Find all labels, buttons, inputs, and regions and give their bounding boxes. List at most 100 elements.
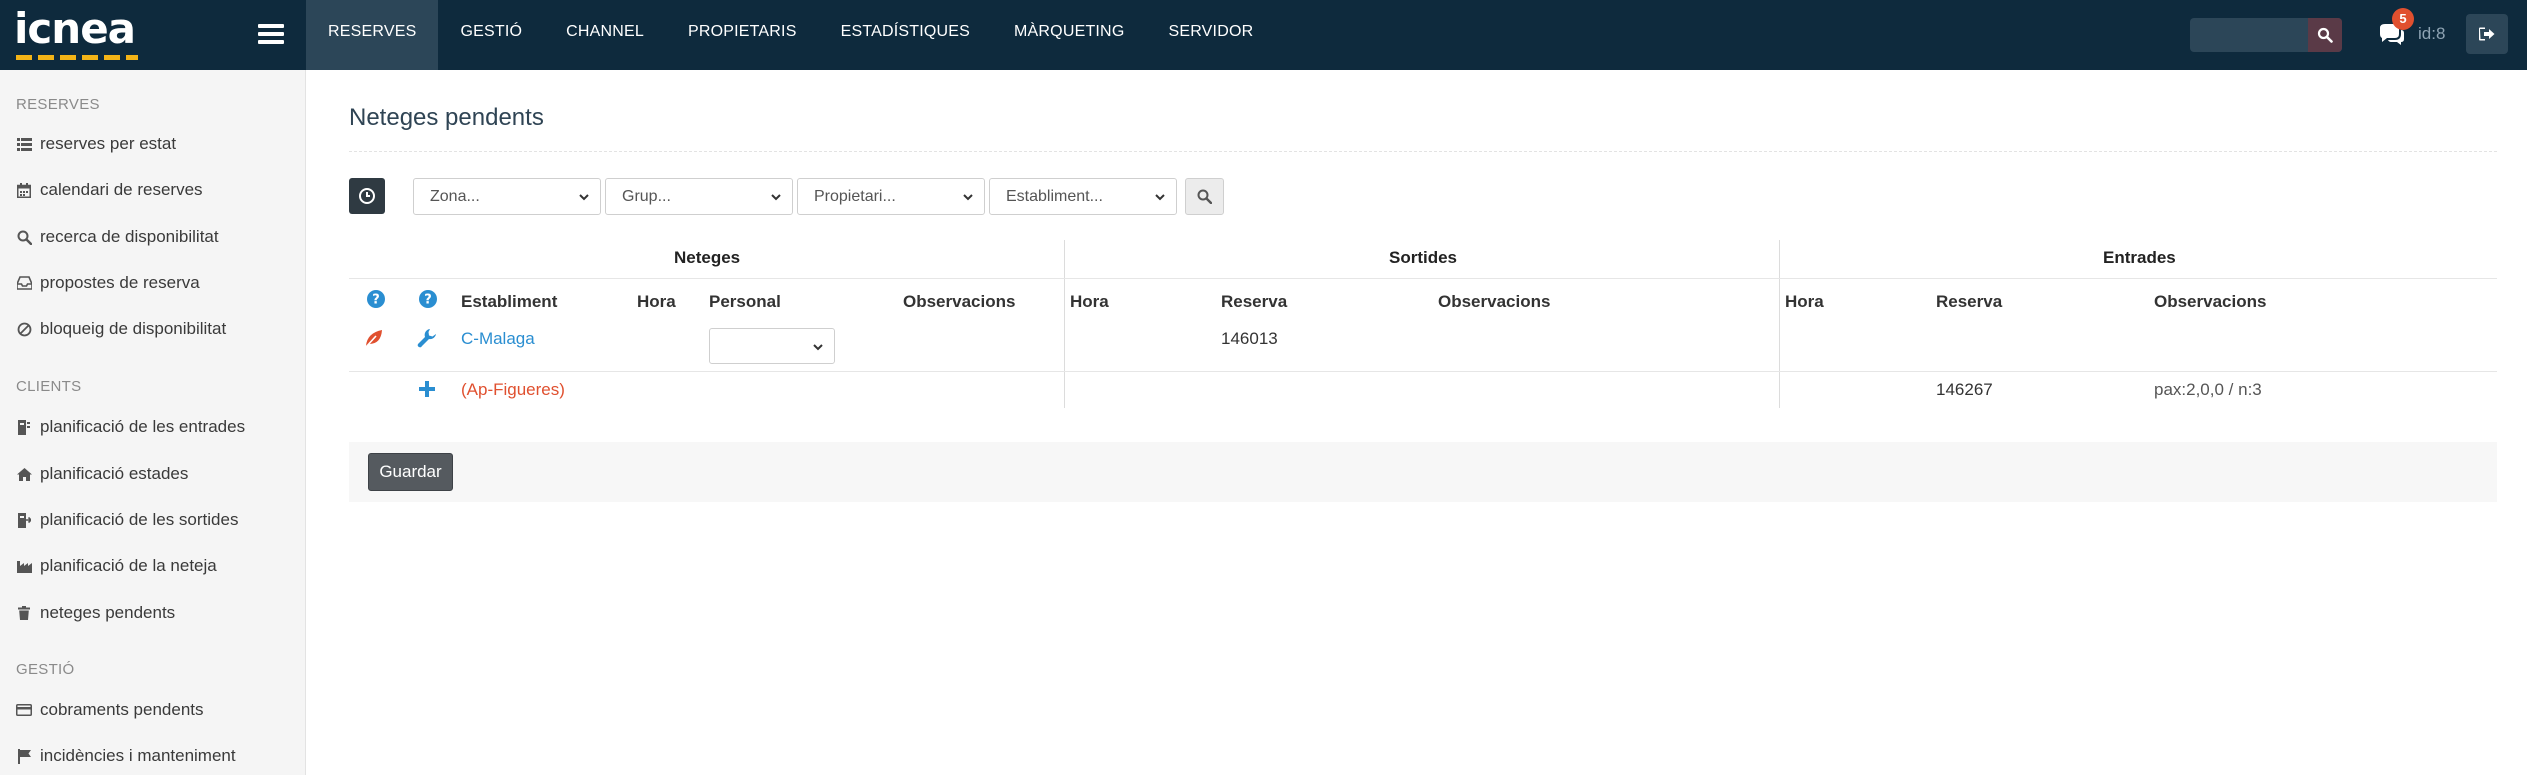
- nav-item-marqueting[interactable]: MÀRQUETING: [992, 0, 1146, 70]
- door-in-icon: [16, 419, 32, 435]
- nav-item-propietaris[interactable]: PROPIETARIS: [666, 0, 819, 70]
- sidebar-item-label: planificació de les entrades: [40, 417, 246, 436]
- sidebar-item-cobraments-pendents[interactable]: cobraments pendents: [16, 697, 204, 723]
- sidebar-item-planificacio-neteja[interactable]: planificació de la neteja: [16, 553, 217, 579]
- sidebar: RESERVES reserves per estat calendari de…: [0, 70, 306, 775]
- sidebar-item-propostes-de-reserva[interactable]: propostes de reserva: [16, 270, 200, 296]
- nav-item-channel[interactable]: CHANNEL: [544, 0, 666, 70]
- trash-icon: [16, 605, 32, 621]
- form-actions-bar: [349, 442, 2497, 502]
- sidebar-item-label: bloqueig de disponibilitat: [40, 319, 227, 338]
- establiment-select-value: Establiment...: [1006, 188, 1103, 205]
- header-search-button[interactable]: [2308, 18, 2342, 52]
- personal-select[interactable]: [709, 328, 835, 364]
- inbox-icon: [16, 275, 32, 291]
- door-out-icon: [16, 512, 32, 528]
- sortida-reserva-value: 146013: [1221, 329, 1278, 348]
- chevron-down-icon: [1155, 194, 1165, 201]
- col-sortides-observacions: Observacions: [1438, 292, 1551, 311]
- logo-underline: [16, 55, 138, 60]
- sidebar-item-recerca-de-disponibilitat[interactable]: recerca de disponibilitat: [16, 224, 219, 250]
- sidebar-item-neteges-pendents[interactable]: neteges pendents: [16, 600, 175, 626]
- calendar-icon: [16, 182, 32, 198]
- nav-item-gestio[interactable]: GESTIÓ: [438, 0, 544, 70]
- sidebar-item-calendari-de-reserves[interactable]: calendari de reserves: [16, 177, 203, 203]
- row-divider: [349, 371, 2497, 372]
- wrench-icon[interactable]: [416, 327, 438, 349]
- establiment-select[interactable]: Establiment...: [989, 178, 1177, 215]
- sidebar-item-planificacio-entrades[interactable]: planificació de les entrades: [16, 414, 245, 440]
- sidebar-item-label: incidències i manteniment: [40, 746, 236, 765]
- sidebar-item-incidencies-manteniment[interactable]: incidències i manteniment: [16, 743, 236, 769]
- sidebar-item-reserves-per-estat[interactable]: reserves per estat: [16, 131, 176, 157]
- svg-text:?: ?: [424, 293, 432, 308]
- flag-icon: [16, 748, 32, 764]
- entrada-reserva-value: 146267: [1936, 380, 1993, 399]
- sidebar-item-label: cobraments pendents: [40, 700, 204, 719]
- col-establiment: Establiment: [461, 292, 558, 311]
- zona-select[interactable]: Zona...: [413, 178, 601, 215]
- nav-item-estadistiques[interactable]: ESTADÍSTIQUES: [819, 0, 992, 70]
- title-divider: [349, 151, 2497, 152]
- ban-icon: [16, 321, 32, 337]
- grup-select[interactable]: Grup...: [605, 178, 793, 215]
- notifications-badge: 5: [2392, 8, 2414, 30]
- chevron-down-icon: [963, 194, 973, 201]
- group-sortides: Sortides: [1389, 248, 1458, 267]
- column-group-divider: [1064, 240, 1065, 408]
- column-group-divider: [1779, 240, 1780, 408]
- chevron-down-icon: [579, 194, 589, 201]
- sidebar-item-label: planificació de les sortides: [40, 510, 239, 529]
- search-icon: [16, 229, 32, 245]
- zona-select-value: Zona...: [430, 188, 480, 205]
- col-sortides-hora: Hora: [1070, 292, 1109, 311]
- sidebar-item-label: propostes de reserva: [40, 273, 200, 292]
- time-filter-button[interactable]: [349, 178, 385, 214]
- sign-out-icon: [2479, 27, 2495, 41]
- sidebar-item-bloqueig-de-disponibilitat[interactable]: bloqueig de disponibilitat: [16, 316, 226, 342]
- home-icon: [16, 466, 32, 482]
- menu-toggle-icon[interactable]: [258, 24, 284, 46]
- sidebar-item-label: recerca de disponibilitat: [40, 227, 219, 246]
- col-neteges-hora: Hora: [637, 292, 676, 311]
- sidebar-item-planificacio-sortides[interactable]: planificació de les sortides: [16, 507, 238, 533]
- header-divider: [349, 278, 2497, 279]
- credit-card-icon: [16, 702, 32, 718]
- chevron-down-icon: [771, 194, 781, 201]
- svg-text:?: ?: [372, 293, 380, 308]
- filter-search-button[interactable]: [1185, 178, 1224, 215]
- establiment-link-c-malaga[interactable]: C-Malaga: [461, 329, 535, 349]
- header-search: [2190, 18, 2342, 52]
- save-button[interactable]: Guardar: [368, 453, 453, 491]
- sidebar-item-label: neteges pendents: [40, 603, 176, 622]
- help-icon[interactable]: ?: [418, 289, 438, 309]
- propietari-select[interactable]: Propietari...: [797, 178, 985, 215]
- establiment-link-ap-figueres[interactable]: (Ap-Figueres): [461, 380, 565, 400]
- nav-item-servidor[interactable]: SERVIDOR: [1146, 0, 1275, 70]
- nav-item-reserves[interactable]: RESERVES: [306, 0, 439, 70]
- col-personal: Personal: [709, 292, 781, 311]
- col-entrades-observacions: Observacions: [2154, 292, 2267, 311]
- chevron-down-icon: [813, 344, 823, 351]
- sidebar-section-gestio: GESTIÓ: [16, 661, 75, 678]
- help-icon[interactable]: ?: [366, 289, 386, 309]
- user-id-label[interactable]: id:8: [2418, 22, 2445, 46]
- sidebar-item-planificacio-estades[interactable]: planificació estades: [16, 461, 188, 487]
- search-icon: [1197, 189, 1212, 204]
- grup-select-value: Grup...: [622, 188, 671, 205]
- page-title: Neteges pendents: [349, 104, 544, 131]
- top-navbar: icnea RESERVES GESTIÓ CHANNEL PROPIETARI…: [0, 0, 2527, 70]
- entrada-observacions-value: pax:2,0,0 / n:3: [2154, 380, 2262, 399]
- col-sortides-reserva: Reserva: [1221, 292, 1288, 311]
- logout-button[interactable]: [2466, 14, 2508, 54]
- industry-icon: [16, 558, 32, 574]
- sidebar-item-label: reserves per estat: [40, 134, 177, 153]
- header-search-input[interactable]: [2190, 18, 2308, 52]
- leaf-icon[interactable]: [363, 327, 385, 349]
- sidebar-item-label: calendari de reserves: [40, 180, 203, 199]
- group-neteges: Neteges: [674, 248, 741, 267]
- icnea-logo[interactable]: icnea: [14, 8, 144, 60]
- sidebar-section-clients: CLIENTS: [16, 378, 82, 395]
- plus-icon[interactable]: [416, 378, 438, 400]
- logo-text: icnea: [14, 4, 136, 53]
